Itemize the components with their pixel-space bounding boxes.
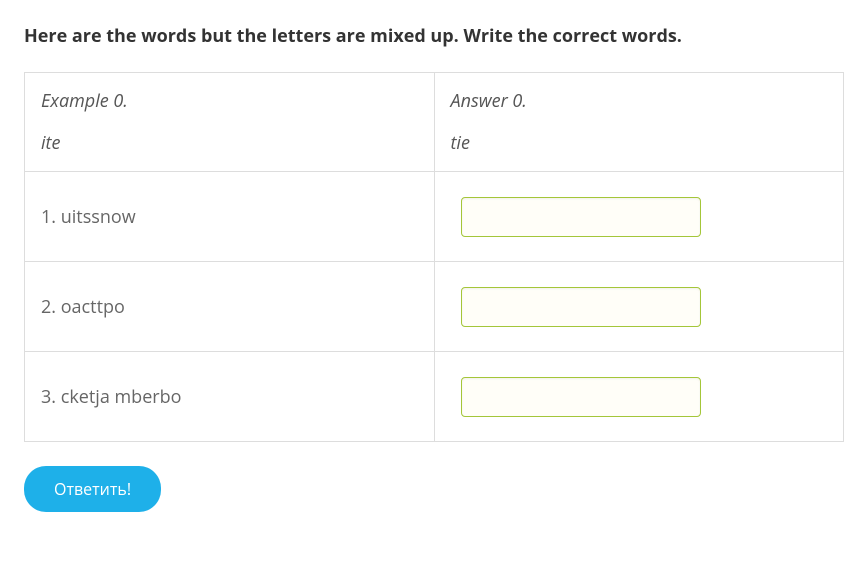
table-row: 2. oacttpo — [25, 262, 844, 352]
question-cell: 3. cketja mberbo — [25, 352, 435, 442]
example-question-value: ite — [41, 131, 418, 155]
table-row: 3. cketja mberbo — [25, 352, 844, 442]
question-cell: 1. uitssnow — [25, 172, 435, 262]
example-answer-label: Answer 0. — [451, 89, 828, 113]
quiz-table: Example 0. ite Answer 0. tie 1. uitssnow… — [24, 72, 844, 442]
example-question-cell: Example 0. ite — [25, 73, 435, 172]
example-question-label: Example 0. — [41, 89, 418, 113]
instructions-text: Here are the words but the letters are m… — [24, 24, 841, 48]
example-row: Example 0. ite Answer 0. tie — [25, 73, 844, 172]
example-answer-value: tie — [451, 131, 828, 155]
answer-input-2[interactable] — [461, 287, 701, 327]
submit-button[interactable]: Ответить! — [24, 466, 161, 512]
example-answer-cell: Answer 0. tie — [434, 73, 844, 172]
answer-cell — [434, 172, 844, 262]
question-label: 3. cketja mberbo — [41, 385, 182, 409]
answer-cell — [434, 352, 844, 442]
answer-input-3[interactable] — [461, 377, 701, 417]
question-label: 1. uitssnow — [41, 205, 136, 229]
table-row: 1. uitssnow — [25, 172, 844, 262]
answer-cell — [434, 262, 844, 352]
question-cell: 2. oacttpo — [25, 262, 435, 352]
question-label: 2. oacttpo — [41, 295, 125, 319]
answer-input-1[interactable] — [461, 197, 701, 237]
